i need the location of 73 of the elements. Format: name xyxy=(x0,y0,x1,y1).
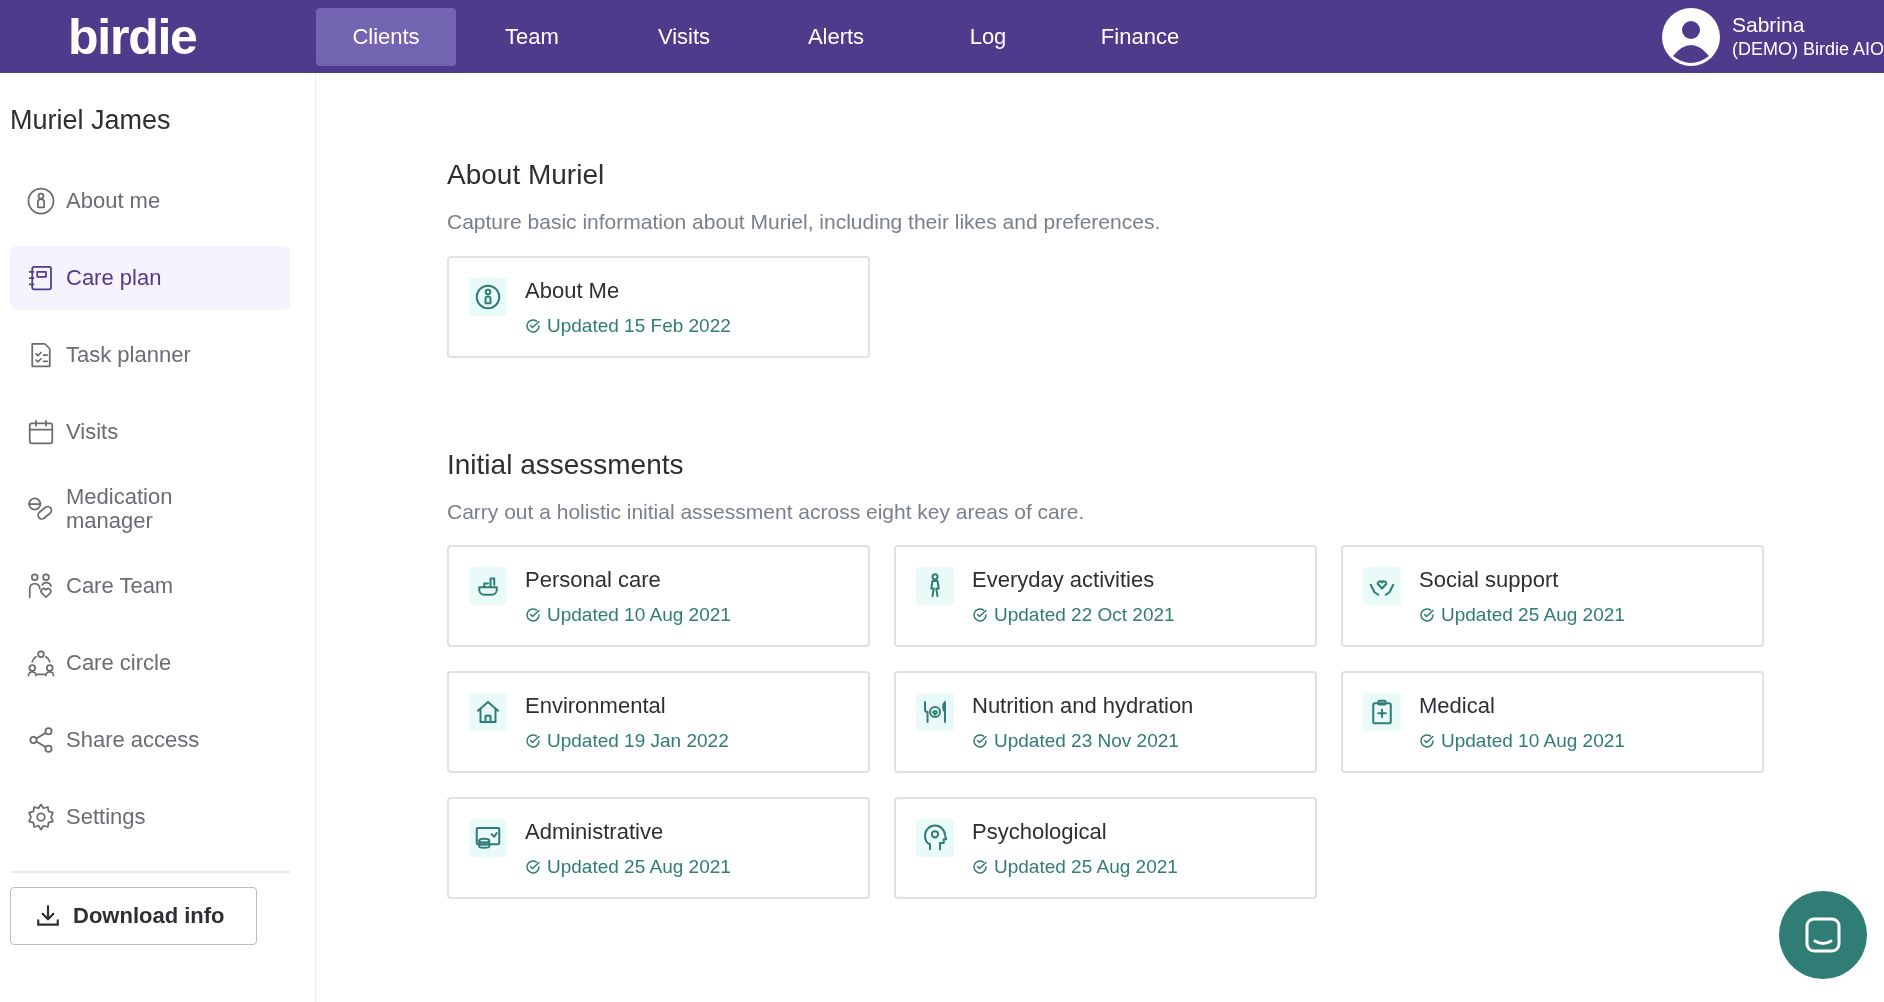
nav-tab[interactable]: Log xyxy=(912,7,1064,66)
head-icon xyxy=(916,819,954,857)
check-circle-icon xyxy=(525,733,541,750)
sidebar-item[interactable]: Settings xyxy=(10,784,290,849)
user-avatar-icon[interactable] xyxy=(1661,7,1720,66)
sidebar-item[interactable]: Visits xyxy=(10,399,290,464)
check-circle-icon xyxy=(1419,607,1435,624)
user-name: Sabrina xyxy=(1731,12,1806,39)
walking-person-icon xyxy=(916,567,954,605)
card-title: Nutrition and hydration xyxy=(972,693,1194,719)
card-title: About Me xyxy=(525,277,621,304)
check-circle-icon xyxy=(525,607,541,624)
updated-date: Updated 25 Aug 2021 xyxy=(1441,603,1625,627)
section-heading: Initial assessments xyxy=(447,447,685,482)
assessment-card[interactable]: About Me Updated 15 Feb 2022 xyxy=(447,255,870,358)
check-circle-icon xyxy=(972,859,988,876)
nav-tab[interactable]: Team xyxy=(456,7,608,66)
download-icon xyxy=(35,902,61,929)
updated-date: Updated 23 Nov 2021 xyxy=(994,729,1179,753)
assessment-card[interactable]: Environmental Updated 19 Jan 2022 xyxy=(447,671,870,773)
clipboard-cross-icon xyxy=(1363,693,1401,731)
sidebar-item[interactable]: Care circle xyxy=(10,630,290,695)
sidebar-item[interactable]: Medication manager xyxy=(10,476,290,541)
check-circle-icon xyxy=(525,859,541,876)
assessment-card[interactable]: Everyday activities Updated 22 Oct 2021 xyxy=(894,545,1317,647)
card-title: Environmental xyxy=(525,693,667,719)
assessment-card[interactable]: Medical Updated 10 Aug 2021 xyxy=(1341,671,1764,773)
check-circle-icon xyxy=(1419,733,1435,750)
client-name: Muriel James xyxy=(10,104,172,137)
card-title: Medical xyxy=(1419,693,1496,719)
assessment-card[interactable]: Psychological Updated 25 Aug 2021 xyxy=(894,797,1317,899)
section-heading: About Muriel xyxy=(447,158,606,192)
updated-date: Updated 15 Feb 2022 xyxy=(547,313,731,338)
updated-date: Updated 19 Jan 2022 xyxy=(547,729,729,753)
sidebar-item[interactable]: Care plan xyxy=(10,245,290,310)
house-icon xyxy=(469,693,507,731)
chat-icon xyxy=(1803,915,1843,955)
check-circle-icon xyxy=(525,317,541,334)
updated-date: Updated 25 Aug 2021 xyxy=(994,855,1178,879)
sidebar-item[interactable]: Share access xyxy=(10,707,290,772)
user-organisation: (DEMO) Birdie AIO xyxy=(1731,38,1884,61)
card-title: Social support xyxy=(1419,567,1560,593)
section-description: Carry out a holistic initial assessment across eight key areas of care. xyxy=(447,498,1086,525)
assessment-card[interactable]: Personal care Updated 10 Aug 2021 xyxy=(447,545,870,647)
assessment-card[interactable]: Administrative Updated 25 Aug 2021 xyxy=(447,797,870,899)
assessment-card[interactable]: Nutrition and hydration Updated 23 Nov 2021 xyxy=(894,671,1317,773)
updated-date: Updated 22 Oct 2021 xyxy=(994,603,1175,627)
screen-coins-icon xyxy=(469,819,507,857)
check-circle-icon xyxy=(972,607,988,624)
section-description: Capture basic information about Muriel, including their likes and preferences. xyxy=(447,209,1162,235)
download-info-button[interactable]: Download info xyxy=(10,886,257,945)
birdie-logo[interactable]: birdie xyxy=(68,11,197,62)
card-title: Psychological xyxy=(972,819,1108,845)
nav-tab[interactable]: Alerts xyxy=(760,7,912,66)
updated-date: Updated 10 Aug 2021 xyxy=(547,603,731,627)
bathtub-icon xyxy=(469,567,507,605)
heart-hands-icon xyxy=(1363,567,1401,605)
sidebar-item[interactable]: Task planner xyxy=(10,322,290,387)
nav-tab[interactable]: Clients xyxy=(316,7,456,66)
updated-date: Updated 25 Aug 2021 xyxy=(547,855,731,879)
settings-icon xyxy=(26,801,56,832)
nav-tab[interactable]: Visits xyxy=(608,7,760,66)
person-circle-icon xyxy=(26,185,56,216)
check-circle-icon xyxy=(972,733,988,750)
updated-date: Updated 10 Aug 2021 xyxy=(1441,729,1625,753)
card-title: Everyday activities xyxy=(972,567,1156,593)
plate-cutlery-icon xyxy=(916,693,954,731)
nav-tab[interactable]: Finance xyxy=(1064,7,1216,66)
sidebar-item[interactable]: Care Team xyxy=(10,553,290,618)
sidebar-item[interactable]: About me xyxy=(10,168,290,233)
assessment-card[interactable]: Social support Updated 25 Aug 2021 xyxy=(1341,545,1764,647)
card-title: Personal care xyxy=(525,567,662,593)
card-title: Administrative xyxy=(525,819,665,845)
